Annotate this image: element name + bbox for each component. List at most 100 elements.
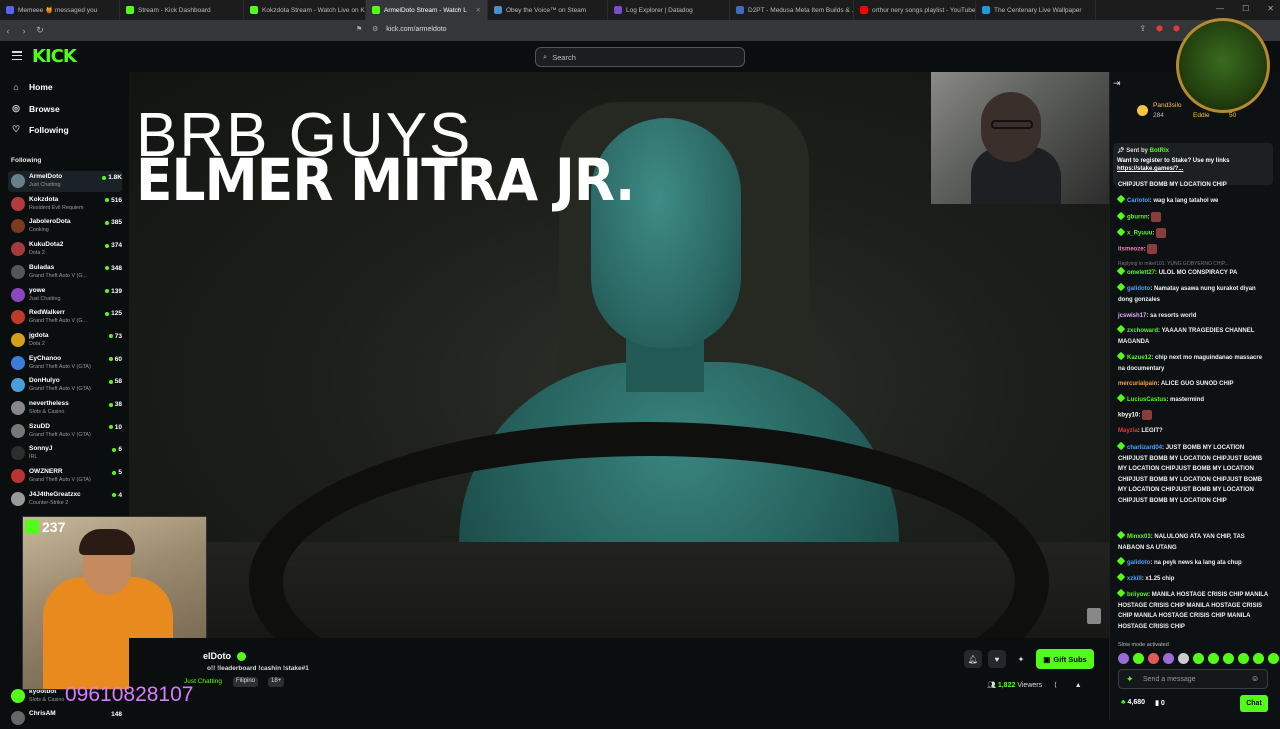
- chat-username[interactable]: Minxx03: [1127, 534, 1151, 540]
- chat-username[interactable]: charlizard04: [1127, 445, 1162, 451]
- browser-tab[interactable]: Memeee 🍯 messaged you: [0, 0, 120, 20]
- maximize-icon[interactable]: ☐: [1242, 4, 1249, 13]
- search-input[interactable]: ⌕ Search: [535, 47, 745, 67]
- followed-channel[interactable]: SzuDD Grand Theft Auto V (GTA) 10: [8, 421, 122, 442]
- emote-icon[interactable]: [1163, 653, 1174, 664]
- chat-username[interactable]: Carlotoi: [1127, 198, 1150, 204]
- close-icon[interactable]: ✕: [1267, 4, 1274, 13]
- browser-tab[interactable]: orthur nery songs playlist - YouTube: [854, 0, 976, 20]
- browser-tab[interactable]: Obey the Voice™ on Steam: [488, 0, 608, 20]
- extension-icon[interactable]: ⬢: [1173, 24, 1180, 33]
- followed-channel[interactable]: jgdota Dota 2 73: [8, 330, 122, 351]
- followed-channel[interactable]: yowe Just Chatting 139: [8, 285, 122, 306]
- followed-channel[interactable]: ChrisAM 148: [8, 708, 122, 729]
- chat-username[interactable]: xzkill: [1127, 576, 1142, 582]
- report-icon[interactable]: ▲: [1075, 682, 1082, 689]
- nav-browse[interactable]: ◎ Browse: [11, 103, 60, 114]
- emoji-picker-icon[interactable]: ☺: [1251, 674, 1259, 683]
- followed-channel[interactable]: Buladas Grand Theft Auto V (G... 348: [8, 262, 122, 283]
- chat-username[interactable]: galidoto: [1127, 560, 1150, 566]
- streamer-name[interactable]: elDoto: [203, 651, 246, 662]
- live-dot-icon: [108, 379, 113, 384]
- follow-heart-icon[interactable]: ♥: [988, 650, 1006, 668]
- chat-username[interactable]: x_Ryuuu: [1127, 231, 1152, 237]
- channel-points[interactable]: ♣ 4,680 ▮ 0: [1121, 699, 1165, 707]
- tag-age[interactable]: 18+: [268, 677, 285, 687]
- emote-icon[interactable]: [1208, 653, 1219, 664]
- chat-username[interactable]: Mayzia: [1118, 428, 1138, 434]
- browser-tab[interactable]: Stream - Kick Dashboard: [120, 0, 244, 20]
- pinned-link[interactable]: https://stake.games/?...: [1117, 166, 1269, 172]
- browser-tab[interactable]: Log Explorer | Datadog: [608, 0, 730, 20]
- bookmark-icon[interactable]: ⚑: [356, 25, 362, 33]
- chat-username[interactable]: gburnn: [1127, 215, 1148, 221]
- emote-icon[interactable]: [1268, 653, 1279, 664]
- followed-channel[interactable]: RedWalkerr Grand Theft Auto V (G... 125: [8, 307, 122, 328]
- chat-username[interactable]: briiyow: [1127, 592, 1148, 598]
- emote-icon[interactable]: [1253, 653, 1264, 664]
- emote-icon[interactable]: [1193, 653, 1204, 664]
- emote-bar[interactable]: [1118, 653, 1279, 664]
- tab-label: Kokzdota Stream - Watch Live on Ki...: [262, 6, 366, 14]
- site-info-icon[interactable]: ⚙: [372, 25, 378, 33]
- chat-username[interactable]: omelett27: [1127, 270, 1155, 276]
- nav-following[interactable]: ♡ Following: [11, 124, 69, 135]
- video-player[interactable]: BRB GUYS ELMER MITRA JR.: [129, 72, 1109, 638]
- menu-icon[interactable]: [12, 51, 22, 61]
- chat-username[interactable]: kbyy10: [1118, 413, 1138, 419]
- emote-icon[interactable]: [1133, 653, 1144, 664]
- followed-channel[interactable]: EyChanoo Grand Theft Auto V (GTA) 60: [8, 353, 122, 374]
- browser-tab[interactable]: The Centenary Live Wallpaper: [976, 0, 1096, 20]
- window-controls[interactable]: — ☐ ✕: [1216, 4, 1274, 13]
- browser-tab[interactable]: D2PT - Medusa Meta Item Builds & ...: [730, 0, 854, 20]
- followed-channel[interactable]: KukuDota2 Dota 2 374: [8, 239, 122, 260]
- notification-bell-icon[interactable]: 🔔︎: [964, 650, 982, 668]
- url-text[interactable]: kick.com/armeldoto: [386, 26, 446, 33]
- followed-channel[interactable]: ArmelDoto Just Chatting 1.8K: [8, 171, 122, 192]
- minimize-icon[interactable]: —: [1216, 4, 1224, 13]
- followed-channel[interactable]: Kokzdota Resident Evil Requiem 516: [8, 194, 122, 215]
- chat-message: LuciusCastus: mastermind: [1116, 393, 1270, 406]
- followed-channel[interactable]: DonHulyo Grand Theft Auto V (GTA) 58: [8, 375, 122, 396]
- gift-subs-button[interactable]: ▣ Gift Subs: [1036, 649, 1094, 669]
- back-icon[interactable]: ‹: [0, 26, 16, 36]
- share-icon[interactable]: ⟨: [1054, 682, 1057, 689]
- share-icon[interactable]: ⇪: [1139, 24, 1146, 33]
- followed-channel[interactable]: OWZNERR Grand Theft Auto V (GTA) 5: [8, 466, 122, 487]
- emote-icon[interactable]: [1178, 653, 1189, 664]
- followed-channel[interactable]: SonnyJ IRL 6: [8, 443, 122, 464]
- nav-home[interactable]: ⌂ Home: [11, 82, 52, 92]
- browser-tab[interactable]: ArmelDoto Stream - Watch L ✕: [366, 0, 488, 20]
- tag-language[interactable]: Filipino: [233, 677, 259, 687]
- top-gifter-2-name[interactable]: Eddie: [1193, 112, 1210, 119]
- chat-username[interactable]: jcswish17: [1118, 313, 1146, 319]
- followed-channel[interactable]: JaboleroDota Cooking 385: [8, 216, 122, 237]
- forward-icon[interactable]: ›: [16, 26, 32, 36]
- collapse-chat-icon[interactable]: ⇥: [1113, 78, 1121, 89]
- emote-icon[interactable]: [1118, 653, 1129, 664]
- followed-channel[interactable]: J4J4theGreatzxc Counter-Strike 2 4: [8, 489, 122, 510]
- reload-icon[interactable]: ↻: [32, 25, 48, 36]
- chat-username[interactable]: itsmeoze: [1118, 247, 1144, 253]
- sparkle-icon[interactable]: ✦: [1012, 650, 1030, 668]
- extension-icon[interactable]: ⬢: [1156, 24, 1163, 33]
- chat-username[interactable]: Kazue12: [1127, 355, 1151, 361]
- pip-viewer-count: 237: [25, 519, 65, 535]
- chat-username[interactable]: LuciusCastus: [1127, 397, 1166, 403]
- pinned-message[interactable]: 📌︎ Sent by BotRix Want to register to St…: [1113, 143, 1273, 185]
- kick-logo[interactable]: KICK: [32, 46, 77, 67]
- followed-channel[interactable]: nevertheless Slots & Casino 38: [8, 398, 122, 419]
- browser-tab[interactable]: Kokzdota Stream - Watch Live on Ki...: [244, 0, 366, 20]
- chat-send-button[interactable]: Chat: [1240, 695, 1268, 712]
- kick-emote-icon[interactable]: ✦: [1126, 674, 1134, 685]
- emote-icon[interactable]: [1148, 653, 1159, 664]
- pinned-sent-by: Sent by: [1126, 148, 1148, 154]
- top-gifter-1-name[interactable]: Pand3silo: [1153, 102, 1182, 109]
- tab-close-icon[interactable]: ✕: [476, 6, 481, 14]
- chat-username[interactable]: zxchoward: [1127, 328, 1158, 334]
- chat-username[interactable]: mercurialpain: [1118, 381, 1157, 387]
- emote-icon[interactable]: [1238, 653, 1249, 664]
- emote-icon[interactable]: [1223, 653, 1234, 664]
- chat-username[interactable]: galidoto: [1127, 286, 1150, 292]
- chat-message-input[interactable]: Send a message: [1118, 669, 1268, 689]
